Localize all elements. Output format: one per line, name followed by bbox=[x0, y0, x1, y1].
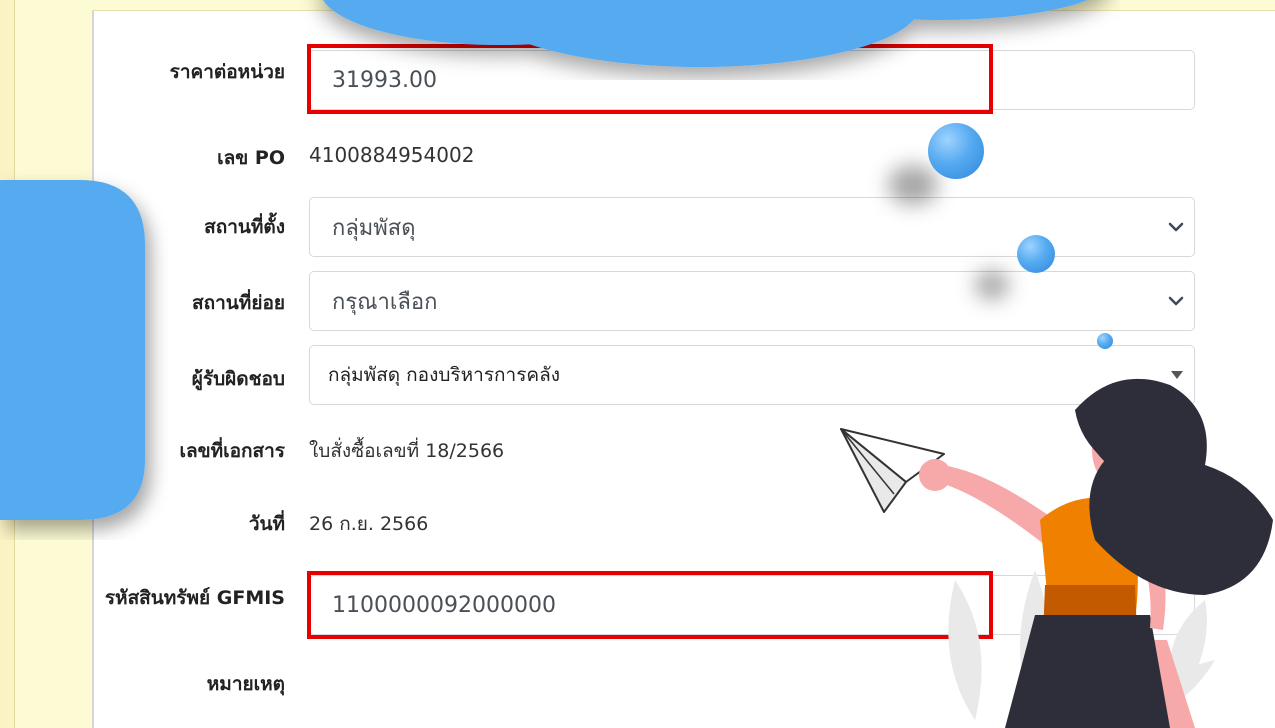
po-number-label: เลข PO bbox=[217, 147, 285, 169]
date-value: 26 ก.ย. 2566 bbox=[309, 513, 429, 535]
bubble-icon bbox=[1017, 235, 1055, 273]
location-selected-value: กลุ่มพัสดุ bbox=[332, 215, 416, 241]
po-number-value: 4100884954002 bbox=[309, 143, 475, 167]
unit-price-label: ราคาต่อหน่วย bbox=[169, 61, 285, 83]
blue-card-decoration bbox=[0, 180, 145, 520]
location-select[interactable]: กลุ่มพัสดุ bbox=[309, 197, 1195, 257]
screen: ราคาต่อหน่วย 31993.00 เลข PO 41008849540… bbox=[0, 0, 1275, 728]
sub-location-label: สถานที่ย่อย bbox=[192, 292, 285, 314]
chevron-down-icon bbox=[1168, 222, 1184, 232]
gfmis-code-label: รหัสสินทรัพย์ GFMIS bbox=[104, 587, 285, 609]
gfmis-code-highlight bbox=[307, 571, 993, 639]
bubble-icon bbox=[1097, 333, 1113, 349]
remarks-label: หมายเหตุ bbox=[206, 673, 285, 695]
bubble-shadow bbox=[888, 165, 938, 205]
location-label: สถานที่ตั้ง bbox=[204, 216, 285, 238]
date-label: วันที่ bbox=[248, 513, 285, 535]
woman-illustration bbox=[919, 378, 1273, 728]
document-number-value: ใบสั่งซื้อเลขที่ 18/2566 bbox=[309, 440, 505, 462]
bubble-icon bbox=[928, 123, 984, 179]
bubble-shadow bbox=[975, 270, 1009, 300]
responsible-label: ผู้รับผิดชอบ bbox=[191, 368, 285, 390]
chevron-down-icon bbox=[1168, 296, 1184, 306]
document-number-label: เลขที่เอกสาร bbox=[179, 440, 285, 462]
responsible-selected-value: กลุ่มพัสดุ กองบริหารการคลัง bbox=[328, 364, 561, 386]
sub-location-select[interactable]: กรุณาเลือก bbox=[309, 271, 1195, 331]
sub-location-selected-value: กรุณาเลือก bbox=[332, 289, 438, 315]
cloud-decoration bbox=[323, 0, 1088, 67]
